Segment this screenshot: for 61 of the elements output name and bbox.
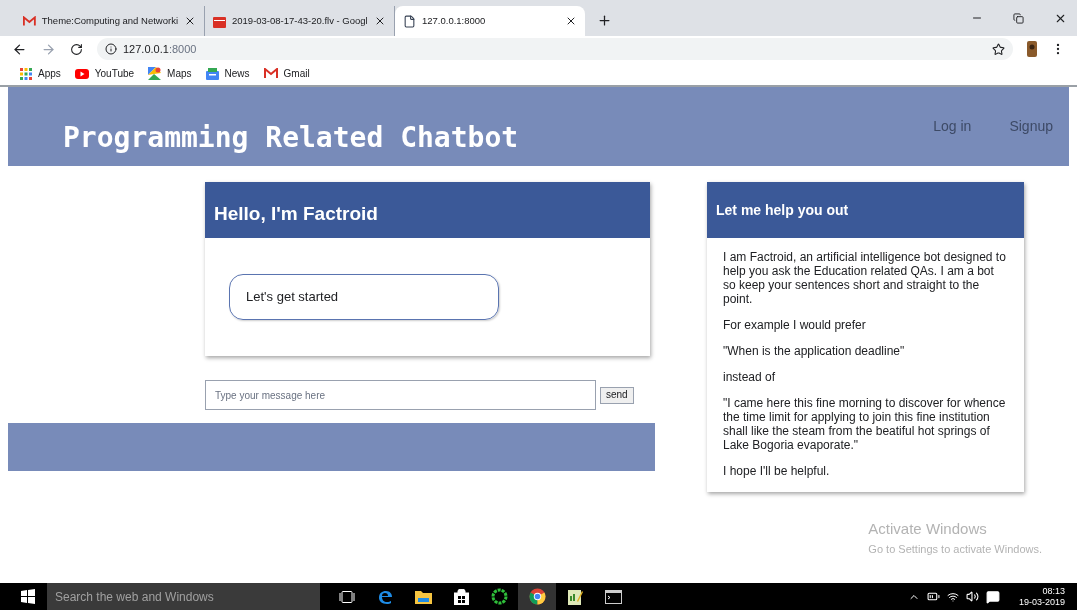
newspaper-icon [205,67,219,80]
shopping-bag-icon[interactable] [453,588,469,605]
taskbar-search-field[interactable]: Search the web and Windows [47,583,320,610]
help-paragraph: I am Factroid, an artificial intelligence bot designed to help you ask the Education related QAs. I am a bot so keep your sentences short and straight to the point. [723,250,1007,306]
chat-title: Hello, I'm Factroid [214,201,378,226]
play-icon [74,68,89,79]
url-host: 127.0.0.1 [123,41,169,57]
site-title: Programming Related Chatbot [63,120,519,156]
tab-title: Theme:Computing and Networki [41,13,178,28]
battery-icon[interactable] [926,590,940,603]
grid-icon [20,67,32,80]
help-paragraph: "When is the application deadline" [723,344,906,358]
task-view-icon[interactable] [339,590,355,603]
notification-icon[interactable] [985,589,1000,604]
bookmark-star-icon[interactable] [992,42,1005,56]
clock-date: 19-03-2019 [1018,596,1065,608]
activation-title: Activate Windows [868,519,988,539]
activation-subtitle: Go to Settings to activate Windows. [868,541,1042,557]
help-paragraph: "I came here this fine morning to discover for whence the time limit for applying to join this fine institution shall like the steam from the beatiful hot springs of Lake Bogoria evaporate." [723,396,1007,452]
help-paragraph: instead of [723,370,777,384]
bookmark-link[interactable]: Maps [148,66,192,81]
clapperboard-icon [213,14,226,28]
help-paragraph: For example I would prefer [723,318,867,332]
message-input[interactable]: Type your message here [205,380,596,410]
folder-icon[interactable] [414,589,432,604]
mail-icon [23,15,36,27]
browser-tab[interactable]: Theme:Computing and Networki [15,6,205,36]
close-icon[interactable] [374,15,386,27]
info-icon [105,43,117,55]
forward-icon[interactable] [41,41,56,57]
help-title: Let me help you out [716,200,849,220]
back-icon[interactable] [12,41,27,57]
chat-message: Let's get started [229,274,499,320]
bookmark-link[interactable]: Gmail [263,66,310,81]
address-bar[interactable]: 127.0.0.1:8000 [97,38,1013,60]
new-tab-icon[interactable] [597,13,612,28]
tab-title: 2019-03-08-17-43-20.flv - Googl [232,13,368,28]
close-icon[interactable] [184,15,196,27]
terminal-icon[interactable] [604,589,622,604]
tab-title: 127.0.0.1:8000 [422,13,487,28]
chrome-icon[interactable] [528,588,546,605]
send-button[interactable]: send [600,386,634,404]
close-icon[interactable] [565,15,577,27]
bookmark-link[interactable]: YouTube [74,66,135,81]
notepad-icon[interactable] [567,588,583,605]
avatar-icon[interactable] [1027,41,1037,57]
clock-time: 08:13 [1042,585,1065,597]
help-paragraph: I hope I'll be helpful. [723,464,831,478]
mail-icon [263,68,278,79]
page-icon [403,14,416,28]
map-pin-icon [148,67,162,80]
bookmark-link[interactable]: News [205,66,250,81]
url-port: :8000 [168,41,197,57]
wifi-icon[interactable] [946,590,959,603]
speaker-icon[interactable] [965,590,979,603]
ring-icon[interactable] [490,588,508,605]
bookmark-link[interactable]: Apps [20,66,61,81]
edge-browser-icon[interactable] [377,588,393,605]
reload-icon[interactable] [70,42,83,56]
browser-tab[interactable]: 127.0.0.1:8000 [395,6,585,36]
restore-icon[interactable] [1013,12,1024,24]
